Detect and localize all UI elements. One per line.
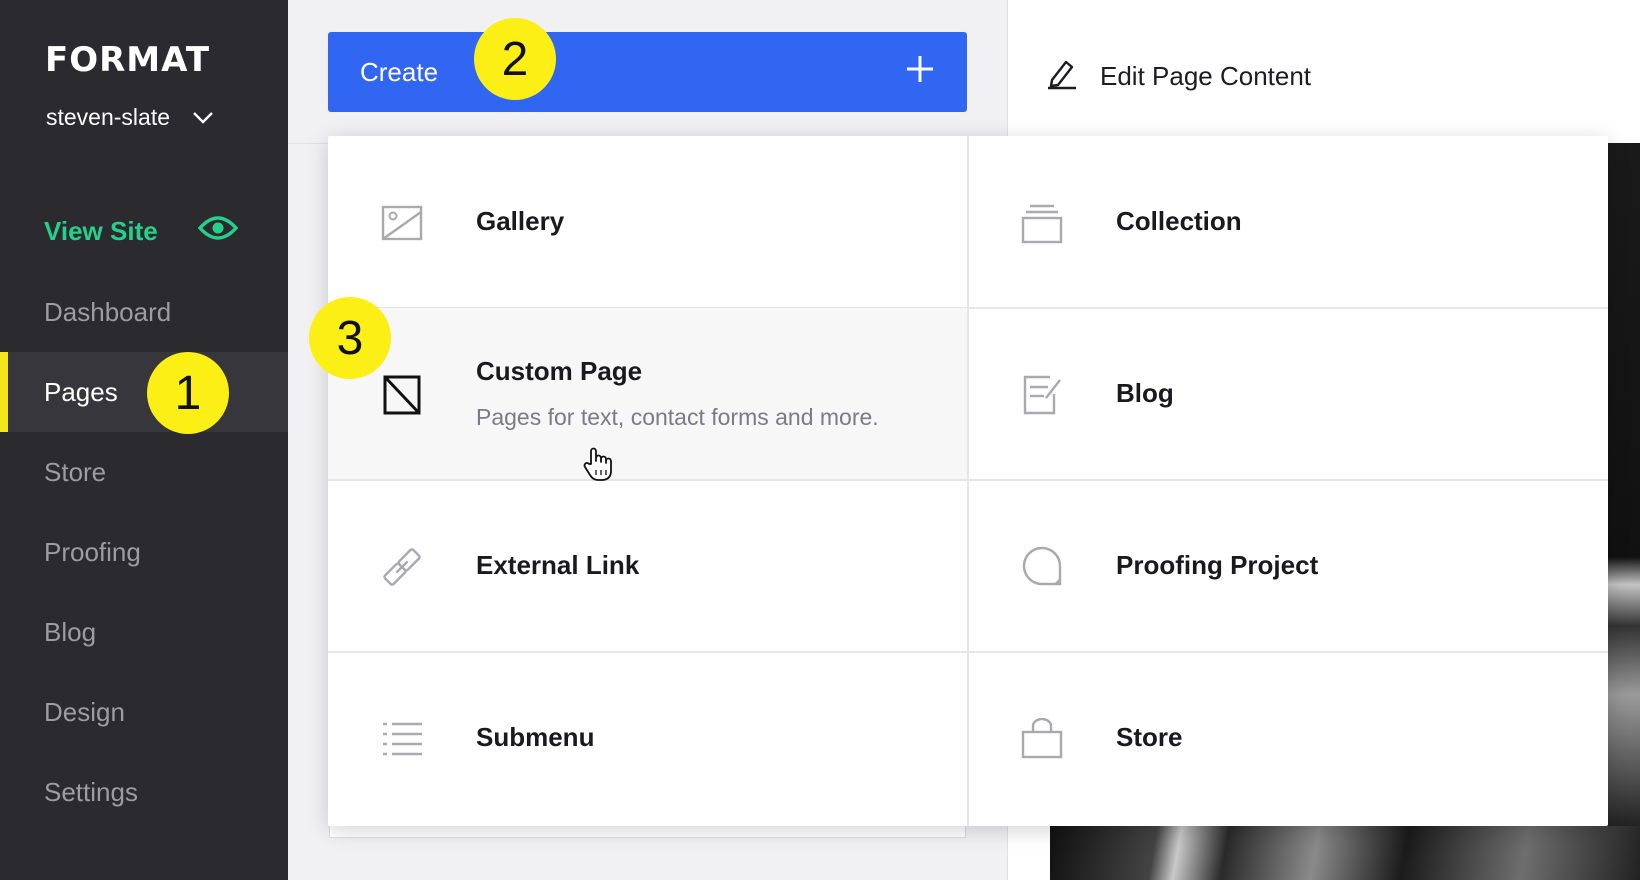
sidebar-item-blog[interactable]: Blog bbox=[0, 592, 288, 672]
sidebar-item-design[interactable]: Design bbox=[0, 672, 288, 752]
create-option-custom-page[interactable]: Custom Page Pages for text, contact form… bbox=[328, 308, 968, 480]
sidebar-item-label: Store bbox=[44, 456, 107, 487]
edit-page-content-button[interactable]: Edit Page Content bbox=[1046, 56, 1311, 97]
create-option-submenu[interactable]: Submenu bbox=[328, 652, 968, 824]
sidebar-item-label: Blog bbox=[44, 616, 97, 647]
link-icon bbox=[380, 546, 424, 588]
step-callout-1: 1 bbox=[147, 352, 229, 434]
sidebar-item-label: Proofing bbox=[44, 536, 141, 567]
divider bbox=[967, 136, 969, 826]
bag-icon bbox=[1020, 717, 1064, 760]
view-site-link[interactable]: View Site bbox=[44, 214, 239, 249]
option-label: Collection bbox=[1116, 206, 1242, 236]
create-option-external-link[interactable]: External Link bbox=[328, 480, 968, 652]
sidebar: FORMAT steven-slate View Site Dashboard … bbox=[0, 0, 288, 880]
sidebar-item-label: Dashboard bbox=[44, 296, 172, 327]
option-label: Blog bbox=[1116, 378, 1174, 408]
create-option-collection[interactable]: Collection bbox=[968, 136, 1608, 308]
gallery-icon bbox=[380, 202, 424, 244]
blog-icon bbox=[1020, 374, 1064, 416]
format-logo: FORMAT bbox=[45, 40, 211, 80]
create-option-proofing-project[interactable]: Proofing Project bbox=[968, 480, 1608, 652]
option-label: Gallery bbox=[476, 206, 565, 236]
site-switcher[interactable]: steven-slate bbox=[46, 104, 214, 131]
sidebar-item-pages[interactable]: Pages bbox=[0, 352, 288, 432]
option-label: External Link bbox=[476, 550, 640, 580]
step-callout-3: 3 bbox=[309, 297, 391, 379]
proofing-icon bbox=[1020, 546, 1064, 588]
create-option-store[interactable]: Store bbox=[968, 652, 1608, 824]
site-name: steven-slate bbox=[46, 104, 171, 130]
hand-cursor-icon bbox=[582, 446, 614, 482]
option-label: Submenu bbox=[476, 722, 595, 752]
custom-page-icon bbox=[380, 374, 424, 416]
option-label: Custom Page bbox=[476, 356, 643, 386]
preview-image-bottom bbox=[1050, 826, 1640, 880]
sidebar-item-proofing[interactable]: Proofing bbox=[0, 512, 288, 592]
create-option-blog[interactable]: Blog bbox=[968, 308, 1608, 480]
view-site-label: View Site bbox=[44, 216, 158, 246]
sidebar-item-settings[interactable]: Settings bbox=[0, 752, 288, 832]
create-option-gallery[interactable]: Gallery bbox=[328, 136, 968, 308]
create-button[interactable]: Create bbox=[328, 32, 967, 112]
create-button-label: Create bbox=[360, 56, 439, 87]
step-callout-2: 2 bbox=[474, 18, 556, 100]
sidebar-item-label: Settings bbox=[44, 776, 138, 807]
preview-image bbox=[1606, 143, 1640, 833]
collection-icon bbox=[1020, 202, 1064, 244]
sidebar-item-dashboard[interactable]: Dashboard bbox=[0, 272, 288, 352]
list-icon bbox=[380, 718, 424, 760]
chevron-down-icon bbox=[192, 104, 214, 131]
option-description: Pages for text, contact forms and more. bbox=[476, 404, 879, 430]
option-label: Proofing Project bbox=[1116, 550, 1319, 580]
option-label: Store bbox=[1116, 722, 1183, 752]
sidebar-item-store[interactable]: Store bbox=[0, 432, 288, 512]
sidebar-item-label: Pages bbox=[44, 376, 118, 407]
pencil-icon bbox=[1046, 56, 1078, 97]
sidebar-item-label: Design bbox=[44, 696, 125, 727]
eye-icon bbox=[197, 214, 239, 249]
plus-icon bbox=[905, 54, 935, 91]
edit-page-content-label: Edit Page Content bbox=[1100, 61, 1312, 91]
create-menu: Gallery Collection Custom Page Pages for… bbox=[328, 136, 1608, 826]
